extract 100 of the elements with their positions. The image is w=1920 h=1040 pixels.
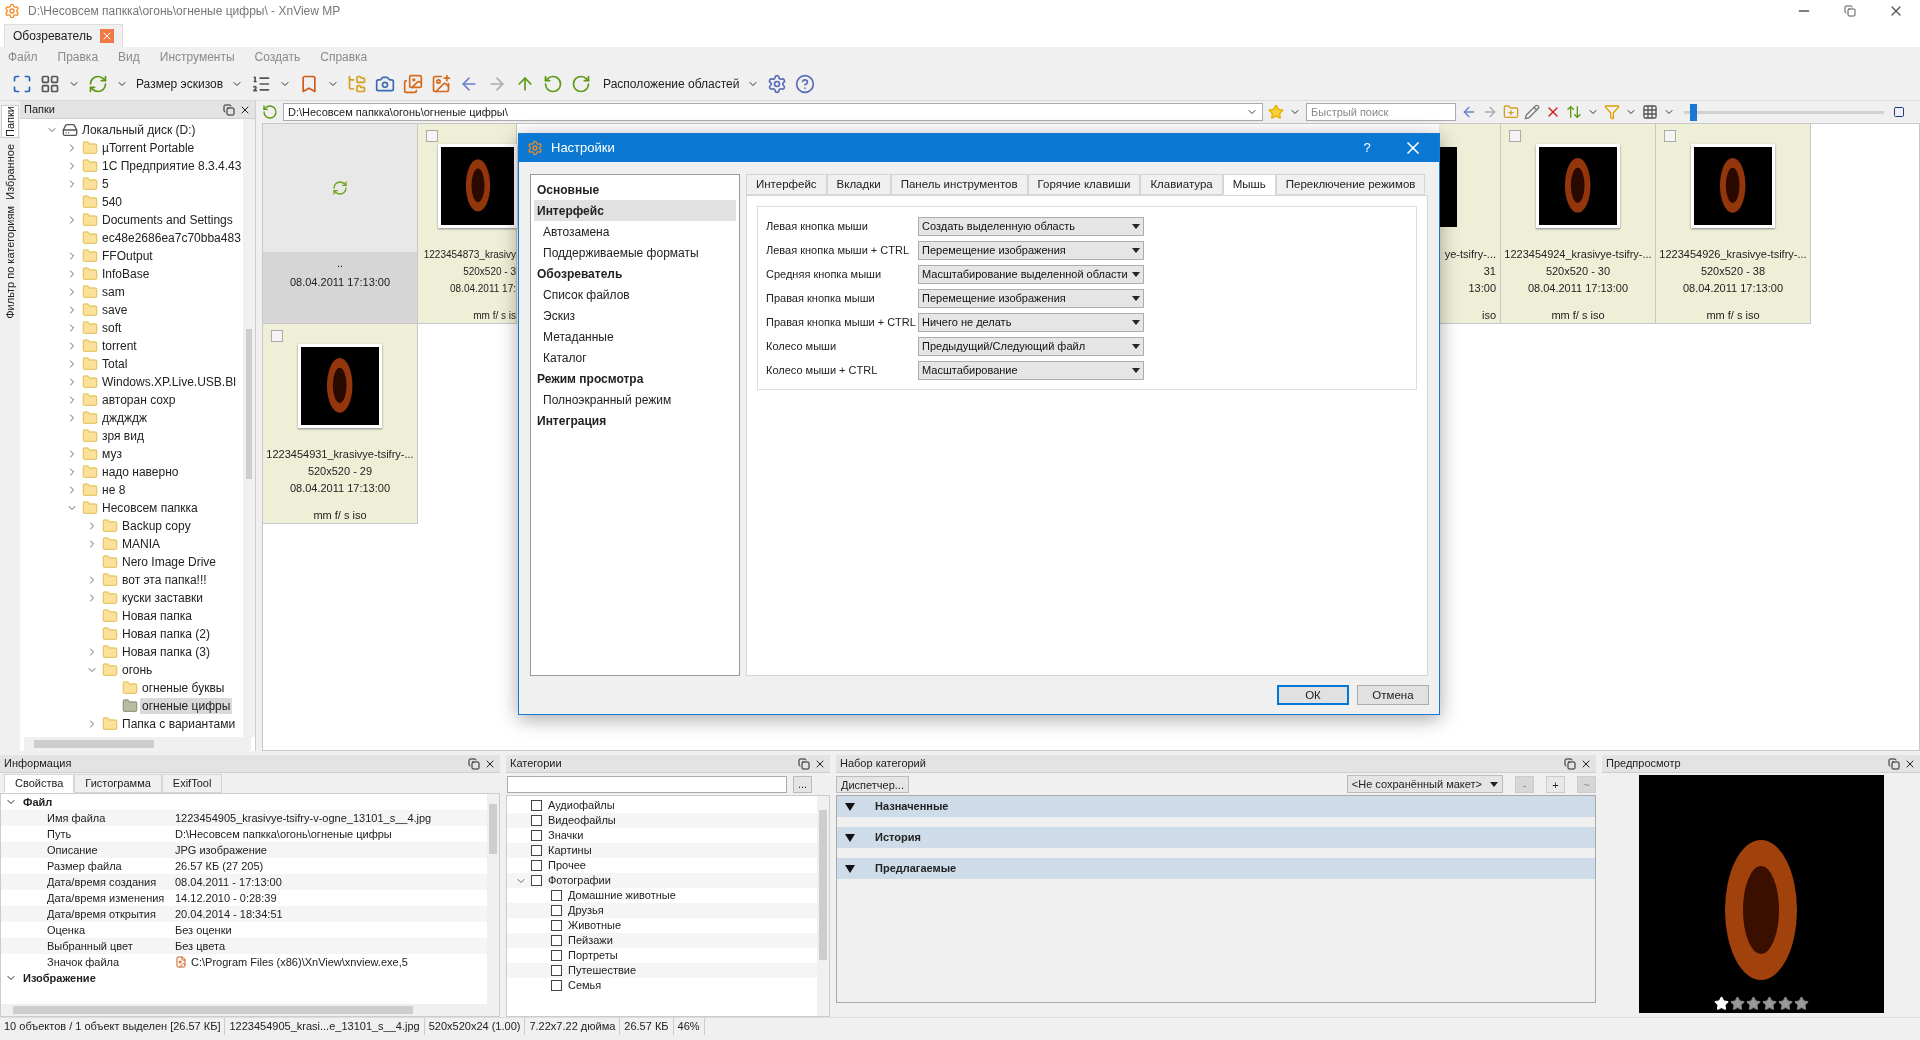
slider-thumb[interactable] [1689,103,1697,121]
folder-tree-item[interactable]: дждждж [100,410,150,426]
more-button[interactable]: ... [793,775,813,793]
quick-search-field[interactable]: Быстрый поиск [1306,103,1456,121]
folder-tree-item[interactable]: Папка с вариантами [120,716,238,732]
settings-tab[interactable]: Клавиатура [1140,174,1223,196]
folder-tree-item[interactable]: 5 [100,176,111,192]
folder-tree-item[interactable]: 540 [100,194,125,210]
panel-tab[interactable]: Гистограмма [74,774,162,793]
grid-view-icon[interactable] [40,73,60,94]
dialog-button[interactable]: ОК [1277,685,1349,706]
float-panel-icon[interactable] [468,757,480,770]
folder-tree-item[interactable]: Nero Image Drive [120,554,219,570]
document-tab[interactable]: Обозреватель [4,24,124,47]
dropdown[interactable]: Предыдущий/Следующий файл [918,336,1144,356]
section-header[interactable]: Предлагаемые [837,858,1595,879]
folder-tree-item[interactable]: надо наверно [100,464,181,480]
new-folder-icon[interactable] [1503,104,1519,120]
folder-tree-item[interactable]: Новая папка (2) [120,626,212,642]
float-panel-icon[interactable] [1888,757,1900,770]
folder-tree-item[interactable]: ec48e2686ea7c70bba483 [100,230,243,246]
settings-nav-item[interactable]: Метаданные [534,326,736,348]
star-icon[interactable] [1745,996,1761,1011]
path-field[interactable]: D:\Несовсем папкка\огонь\огненые цифры\ [283,103,1263,121]
manager-button[interactable]: Диспетчер... [836,775,909,793]
folder-tree-item[interactable]: не 8 [100,482,128,498]
dialog-button[interactable]: Отмена [1357,685,1429,706]
settings-icon[interactable] [767,73,788,94]
checkbox[interactable] [426,130,438,142]
settings-tab[interactable]: Мышь [1222,174,1276,196]
rotate-left-icon[interactable] [543,73,564,94]
settings-nav-item[interactable]: Эскиз [534,305,736,327]
settings-nav-item[interactable]: Основные [534,179,736,201]
star-icon[interactable] [1793,996,1809,1011]
folder-tree-item[interactable]: огненые цифры [140,698,233,714]
float-panel-icon[interactable] [1564,757,1576,770]
checkbox[interactable] [531,815,542,826]
folder-tree-item[interactable]: куски заставки [120,590,206,606]
star-icon[interactable] [1777,996,1793,1011]
folder-tree-item[interactable]: Total [100,356,130,372]
dropdown[interactable]: Перемещение изображения [918,288,1144,308]
small-button[interactable]: + [1546,775,1565,793]
checkbox[interactable] [531,875,542,886]
folder-tree-item[interactable]: Новая папка [120,608,194,624]
settings-tab[interactable]: Переключение режимов [1275,174,1426,196]
settings-tab[interactable]: Горячие клавиши [1027,174,1141,196]
settings-nav-item[interactable]: Интеграция [534,410,736,432]
folder-tree-item[interactable]: Несовсем папкка [100,500,200,516]
side-tab[interactable]: Фильтр по категориям [1,205,19,319]
settings-tab[interactable]: Вкладки [826,174,891,196]
checkbox[interactable] [531,845,542,856]
dropdown[interactable]: Перемещение изображения [918,240,1144,260]
dropdown[interactable]: Ничего не делать [918,312,1144,332]
dropdown[interactable]: Создать выделенную область [918,216,1144,236]
edit-icon[interactable] [1524,104,1540,120]
forward-arrow-icon[interactable] [1482,104,1498,120]
folder-tree-item[interactable]: огненые буквы [140,680,227,696]
settings-nav-item[interactable]: Каталог [534,347,736,369]
settings-nav-item[interactable]: Обозреватель [534,263,736,285]
settings-nav-item[interactable]: Интерфейс [534,200,736,222]
images-icon[interactable] [403,73,424,94]
checkbox[interactable] [531,830,542,841]
star-icon[interactable] [1729,996,1745,1011]
folder-tree-item[interactable]: soft [100,320,124,336]
sort-icon[interactable] [1566,104,1582,120]
folder-tree-item[interactable]: Documents and Settings [100,212,235,228]
help-button[interactable]: ? [1351,138,1383,158]
settings-nav-item[interactable]: Режим просмотра [534,368,736,390]
folder-tree-item[interactable]: муз [100,446,124,462]
folder-tree-item[interactable]: 1С Предприятие 8.3.4.43 [100,158,244,174]
favorites-star-icon[interactable] [1268,104,1284,120]
image-plus-icon[interactable] [431,73,452,94]
dropdown[interactable]: Масштабирование [918,360,1144,380]
filter-icon[interactable] [1604,104,1620,120]
checkbox[interactable] [1508,130,1521,142]
checkbox[interactable] [1663,130,1676,142]
checkbox[interactable] [551,890,562,901]
dropdown[interactable]: Масштабирование выделенной области [918,264,1144,284]
settings-nav-item[interactable]: Список файлов [534,284,736,306]
star-icon[interactable] [1761,996,1777,1011]
folder-tree-item[interactable]: save [100,302,130,318]
folder-tree-item[interactable]: Windows.XP.Live.USB.Bl [100,374,238,390]
checkbox[interactable] [551,950,562,961]
checkbox[interactable] [551,980,562,991]
folder-tree-item[interactable]: Backup copy [120,518,193,534]
layout-dropdown[interactable]: <Не сохранённый макет> [1346,775,1503,793]
section-header[interactable]: История [837,827,1595,848]
checkbox[interactable] [551,935,562,946]
checkbox[interactable] [551,905,562,916]
star-rating[interactable] [1713,996,1809,1011]
folder-tree-item[interactable]: авторан сохр [100,392,178,408]
folder-tree-item[interactable]: Новая папка (3) [120,644,212,660]
view-mode-icon[interactable] [1642,104,1658,120]
checkbox[interactable] [531,860,542,871]
settings-nav-item[interactable]: Полноэкранный режим [534,389,736,411]
thumbnail-size-menu[interactable]: Размер эскизов [136,74,224,93]
section-header[interactable]: Назначенные [837,796,1595,817]
settings-tab[interactable]: Панель инструментов [890,174,1028,196]
panel-tab[interactable]: Свойства [4,774,75,793]
float-panel-icon[interactable] [798,757,810,770]
